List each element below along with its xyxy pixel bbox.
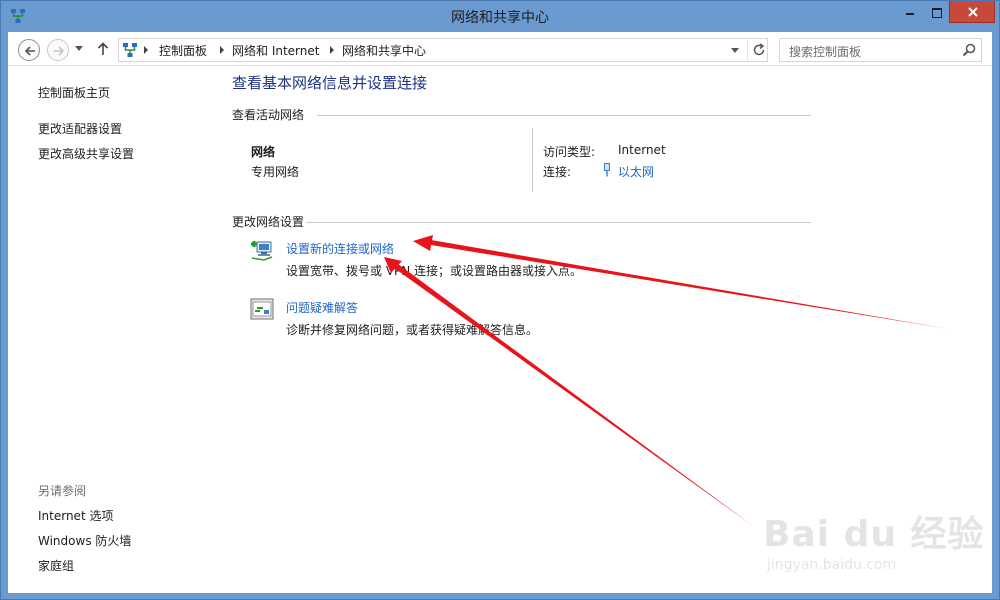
network-name: 网络 xyxy=(251,145,276,159)
connection-label: 连接: xyxy=(543,165,572,179)
access-type-label: 访问类型: xyxy=(543,145,596,159)
address-divider xyxy=(747,40,748,60)
section-divider xyxy=(306,222,811,223)
sidebar-change-adapter-settings[interactable]: 更改适配器设置 xyxy=(38,120,122,137)
sidebar-control-panel-home[interactable]: 控制面板主页 xyxy=(38,84,110,101)
back-arrow-icon xyxy=(24,46,35,56)
breadcrumb-control-panel[interactable]: 控制面板 xyxy=(159,42,207,59)
close-icon xyxy=(968,7,978,17)
network-divider xyxy=(532,128,533,192)
setup-connection-link[interactable]: 设置新的连接或网络 xyxy=(286,240,394,257)
change-settings-heading: 更改网络设置 xyxy=(232,215,305,229)
address-history-chevron-icon[interactable] xyxy=(731,48,739,53)
watermark-brand: Bai du 经验 xyxy=(763,514,985,555)
sidebar-internet-options[interactable]: Internet 选项 xyxy=(38,507,113,524)
troubleshoot-icon xyxy=(250,298,274,320)
search-placeholder: 搜索控制面板 xyxy=(789,45,862,59)
setup-connection-description: 设置宽带、拨号或 VPN 连接；或设置路由器或接入点。 xyxy=(286,264,583,278)
search-box[interactable]: 搜索控制面板 xyxy=(779,38,982,62)
breadcrumb-separator[interactable] xyxy=(220,46,224,54)
back-button[interactable] xyxy=(18,39,40,61)
up-arrow-icon[interactable] xyxy=(97,42,109,56)
section-divider xyxy=(317,115,811,116)
see-also-heading: 另请参阅 xyxy=(38,484,87,498)
forward-button[interactable] xyxy=(47,39,69,61)
breadcrumb-network-internet[interactable]: 网络和 Internet xyxy=(232,42,319,59)
breadcrumb-separator[interactable] xyxy=(330,46,334,54)
control-panel-icon xyxy=(123,43,137,57)
sidebar-windows-firewall[interactable]: Windows 防火墙 xyxy=(38,532,131,549)
troubleshoot-description: 诊断并修复网络问题，或者获得疑难解答信息。 xyxy=(286,323,539,337)
sidebar-change-advanced-sharing[interactable]: 更改高级共享设置 xyxy=(38,145,134,162)
refresh-icon[interactable] xyxy=(751,42,767,58)
ethernet-link[interactable]: 以太网 xyxy=(618,163,654,180)
window-title: 网络和共享中心 xyxy=(451,10,549,26)
network-setup-icon xyxy=(251,241,273,261)
recent-pages-chevron-icon[interactable] xyxy=(75,46,83,51)
baidu-watermark: Bai du 经验 jingyan.baidu.com xyxy=(763,493,984,583)
address-bar[interactable]: 控制面板 网络和 Internet 网络和共享中心 xyxy=(118,38,768,62)
forward-arrow-icon xyxy=(54,46,65,56)
maximize-button[interactable] xyxy=(923,1,949,23)
close-button[interactable] xyxy=(949,1,995,23)
breadcrumb-separator[interactable] xyxy=(144,46,148,54)
ethernet-icon xyxy=(604,163,610,177)
title-bar[interactable]: 网络和共享中心 xyxy=(1,1,999,32)
breadcrumb-network-sharing-center[interactable]: 网络和共享中心 xyxy=(342,42,426,59)
network-type[interactable]: 专用网络 xyxy=(251,163,299,180)
search-icon[interactable] xyxy=(962,43,976,57)
page-title: 查看基本网络信息并设置连接 xyxy=(232,74,428,92)
sidebar-homegroup[interactable]: 家庭组 xyxy=(38,557,74,574)
minimize-button[interactable] xyxy=(897,1,923,23)
access-type-value: Internet xyxy=(618,143,666,157)
navigation-bar: 控制面板 网络和 Internet 网络和共享中心 搜索控制面板 xyxy=(8,32,992,66)
watermark-url: jingyan.baidu.com xyxy=(767,557,897,573)
troubleshoot-link[interactable]: 问题疑难解答 xyxy=(286,299,358,316)
active-networks-heading: 查看活动网络 xyxy=(232,108,305,122)
window: 网络和共享中心 控制面板 网络和 Internet 网络和共享中心 搜索控制面板… xyxy=(0,0,1000,600)
